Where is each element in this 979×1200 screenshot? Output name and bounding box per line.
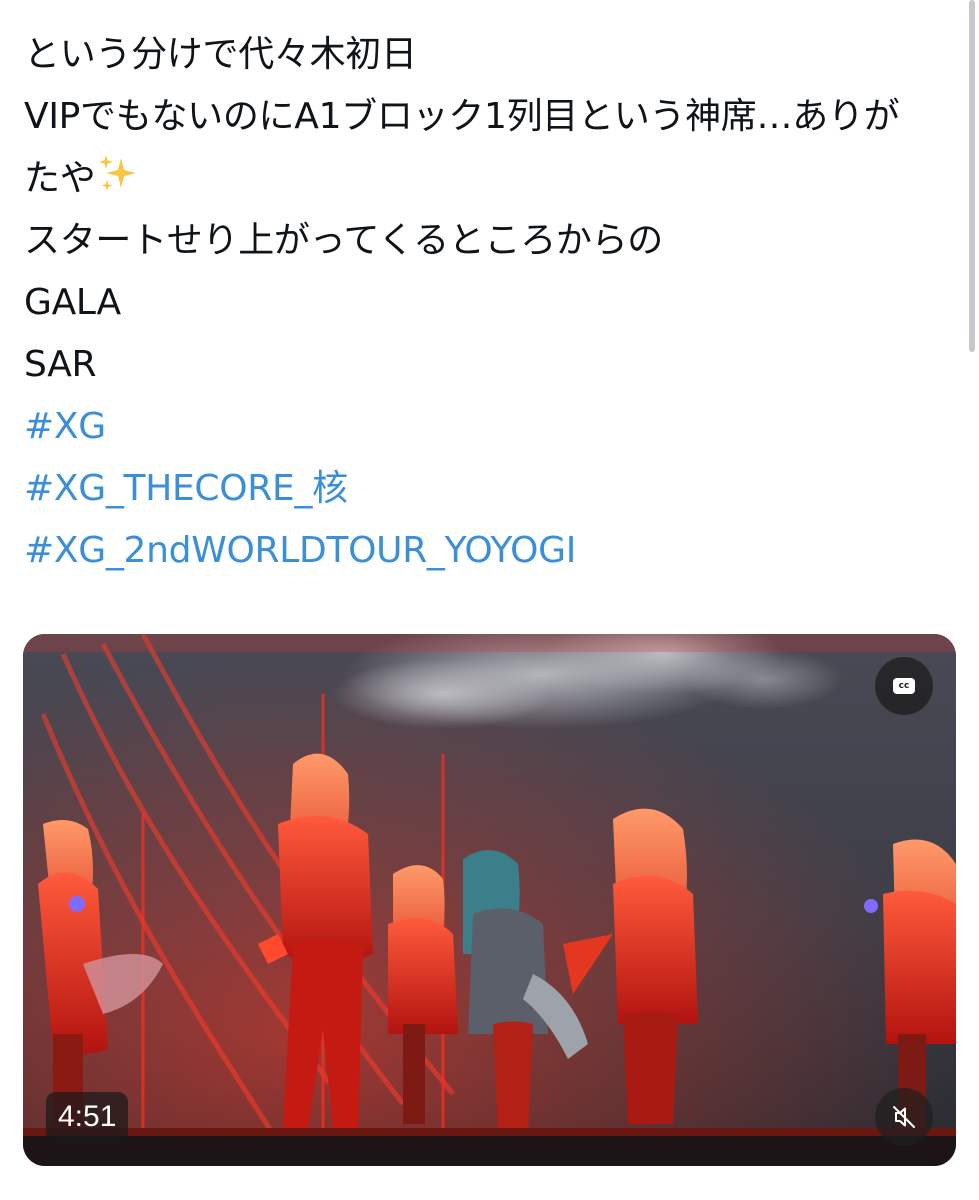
post-line-with-emoji: たや [24, 148, 944, 210]
concert-video-frame [23, 634, 956, 1166]
closed-captions-icon: cc [893, 678, 915, 694]
post-text: という分けで代々木初日 VIPでもないのにA1ブロック1列目という神席…ありが … [24, 24, 944, 582]
post-line: という分けで代々木初日 [24, 34, 417, 75]
speaker-muted-icon [893, 1106, 915, 1128]
scrollbar[interactable] [969, 0, 975, 352]
hashtag-link[interactable]: #XG [24, 396, 944, 458]
post-line-text: たや [24, 158, 96, 199]
post-line: SAR [24, 344, 97, 385]
mute-toggle-button[interactable] [875, 1088, 933, 1146]
post-line: スタートせり上がってくるところからの [24, 220, 664, 261]
post-line: VIPでもないのにA1ブロック1列目という神席…ありが [24, 96, 900, 137]
sparkles-emoji-icon [99, 155, 137, 191]
post-line: GALA [24, 282, 121, 323]
video-duration: 4:51 [46, 1092, 129, 1142]
captions-button[interactable]: cc [875, 657, 933, 715]
tweet-detail-page: という分けで代々木初日 VIPでもないのにA1ブロック1列目という神席…ありが … [0, 0, 979, 1200]
hashtag-link[interactable]: #XG_2ndWORLDTOUR_YOYOGI [24, 520, 944, 582]
hashtag-link[interactable]: #XG_THECORE_核 [24, 458, 944, 520]
video-player[interactable]: cc 4:51 [23, 634, 956, 1166]
